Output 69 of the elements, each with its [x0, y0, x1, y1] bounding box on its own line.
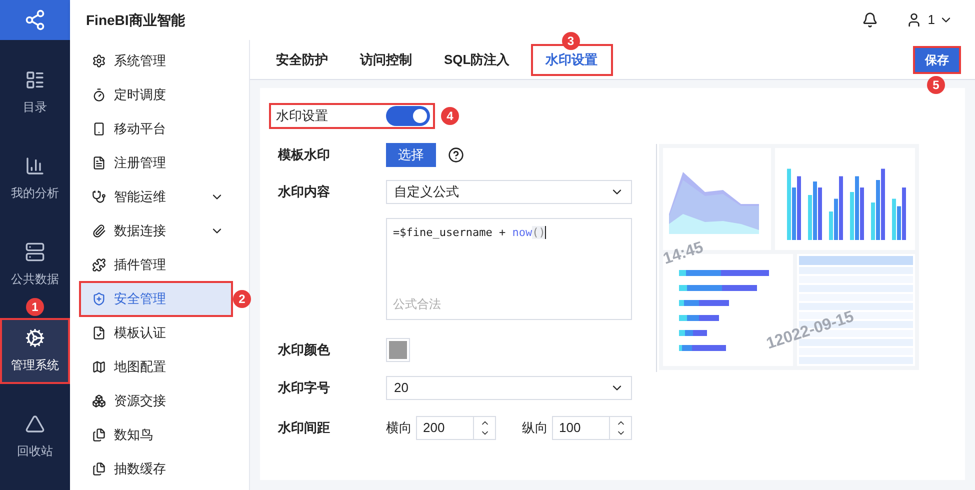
menu-item[interactable]: 资源交接 [80, 384, 232, 418]
formula-text: =$fine_username + now() [393, 225, 546, 241]
menu-item[interactable]: 数据连接 [80, 214, 232, 248]
menu-icon [92, 88, 106, 102]
size-select[interactable]: 20 [386, 376, 632, 400]
menu-icon [92, 54, 106, 68]
field-label: 水印间距 [276, 419, 331, 438]
menu-item[interactable]: 地图配置 [80, 350, 232, 384]
tab[interactable]: SQL防注入 [434, 44, 520, 74]
nav-icon [25, 328, 45, 348]
menu-icon [92, 462, 106, 476]
content-select[interactable]: 自定义公式 [386, 180, 632, 204]
user-icon[interactable] [906, 12, 922, 28]
menu-item[interactable]: 移动平台 [80, 112, 232, 146]
step-badge: 1 [26, 298, 44, 316]
field-label: 水印内容 [276, 183, 331, 202]
select-button[interactable]: 选择 [386, 143, 436, 167]
menu-icon [92, 360, 106, 374]
menu-item[interactable]: 数知鸟 [80, 418, 232, 452]
field-label: 模板水印 [276, 146, 331, 164]
formula-status: 公式合法 [393, 296, 441, 313]
formula-field[interactable]: =$fine_username + now() 公式合法 [386, 218, 632, 320]
menu-icon [92, 224, 106, 238]
menu-icon [92, 394, 106, 408]
menu-item[interactable]: 安全管理 [80, 282, 232, 316]
number-field[interactable]: 200 [416, 416, 496, 440]
nav-icon [25, 70, 45, 90]
menu-item[interactable]: 插件管理 [80, 248, 232, 282]
user-name[interactable]: 1 [928, 10, 935, 30]
number-field[interactable]: 100 [552, 416, 632, 440]
help-icon[interactable] [448, 147, 464, 163]
color-picker[interactable] [386, 338, 410, 362]
nav-icon [25, 242, 45, 262]
nav-item[interactable]: 公共数据 [0, 232, 70, 298]
menu-item[interactable]: 抽数缓存 [80, 452, 232, 486]
logo-icon [24, 9, 46, 31]
nav-icon [25, 414, 45, 434]
menu-item[interactable]: 定时调度 [80, 78, 232, 112]
nav-icon [25, 156, 45, 176]
nav-item[interactable]: 管理系统 [0, 318, 70, 384]
menu-icon [92, 326, 106, 340]
menu-item[interactable]: 系统管理 [80, 44, 232, 78]
menu-icon [92, 190, 106, 204]
nav-item[interactable]: 目录 [0, 60, 70, 126]
save-button[interactable]: 保存 [915, 48, 959, 72]
menu-item[interactable]: 模板认证 [80, 316, 232, 350]
menu-icon [92, 122, 106, 136]
field-label: 横向 [386, 419, 412, 438]
watermark-text: 14:45 [660, 238, 706, 270]
tab[interactable]: 访问控制 [350, 44, 422, 74]
menu-item[interactable]: 注册管理 [80, 146, 232, 180]
menu-item[interactable]: 智能运维 [80, 180, 232, 214]
field-label: 水印设置 [276, 107, 329, 126]
tab[interactable]: 安全防护 [266, 44, 338, 74]
field-label: 纵向 [522, 419, 548, 438]
nav-item[interactable]: 我的分析 [0, 146, 70, 212]
step-badge: 5 [927, 76, 945, 94]
menu-icon [92, 292, 106, 306]
step-badge: 2 [233, 290, 251, 308]
toggle-switch[interactable] [386, 106, 430, 126]
field-label: 水印颜色 [276, 341, 331, 360]
menu-icon [92, 156, 106, 170]
bell-icon[interactable] [862, 12, 878, 28]
step-badge: 4 [441, 107, 459, 125]
nav-item[interactable]: 回收站 [0, 404, 70, 470]
field-label: 水印字号 [276, 379, 331, 398]
app-title: FineBI商业智能 [86, 10, 185, 30]
menu-icon [92, 258, 106, 272]
menu-icon [92, 428, 106, 442]
